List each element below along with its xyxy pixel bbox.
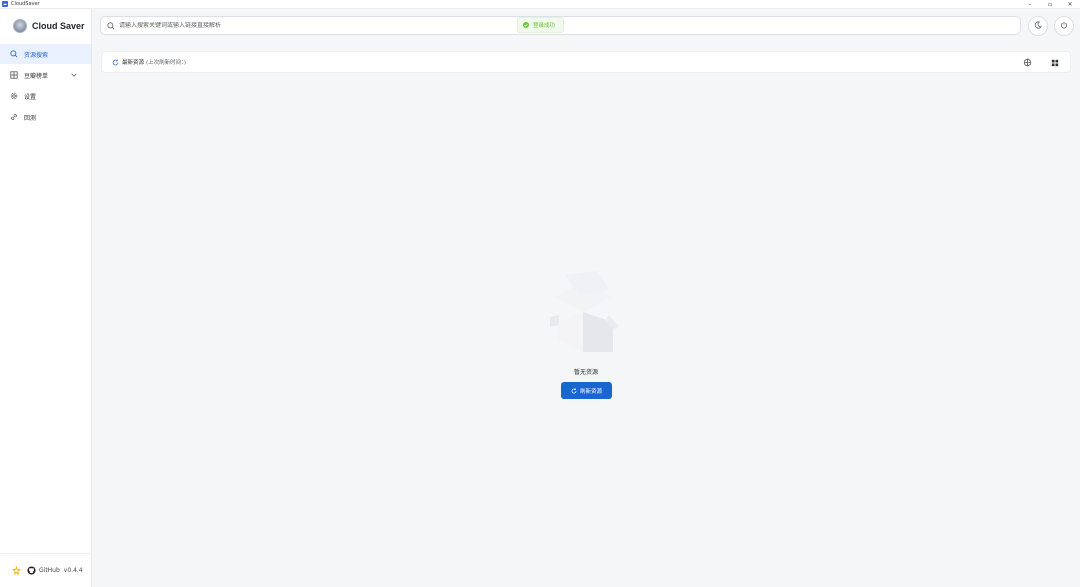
grid-icon bbox=[9, 70, 19, 80]
github-link[interactable]: GitHub bbox=[39, 567, 60, 574]
github-icon[interactable] bbox=[27, 566, 36, 575]
empty-state-text: 暂无资源 bbox=[573, 369, 598, 376]
window-title: CloudSaver bbox=[11, 1, 40, 7]
latest-resources-label: 最新资源 bbox=[122, 60, 145, 66]
sidebar-item-backtest[interactable]: 回测 bbox=[0, 107, 91, 127]
search-icon bbox=[107, 21, 115, 30]
toolbar-actions bbox=[1022, 57, 1060, 68]
empty-box-illustration bbox=[545, 267, 623, 357]
app-logo bbox=[13, 19, 27, 33]
refresh-button-label: 刷新资源 bbox=[579, 388, 602, 395]
dark-mode-toggle[interactable] bbox=[1028, 16, 1048, 36]
sidebar-item-label: 设置 bbox=[24, 93, 37, 101]
app-icon: ☁ bbox=[2, 1, 8, 7]
gear-icon bbox=[9, 91, 19, 101]
search-icon bbox=[9, 49, 19, 59]
app-version: v0.4.4 bbox=[63, 567, 83, 574]
link-icon bbox=[9, 112, 19, 122]
sidebar: Cloud Saver 资源搜索 豆瓣榜单 设置 回测 GitHub v0.4.… bbox=[0, 9, 92, 587]
sidebar-footer: GitHub v0.4.4 bbox=[0, 553, 92, 587]
brand: Cloud Saver bbox=[0, 9, 91, 43]
last-refresh-time: (上次刷新时间：) bbox=[146, 60, 187, 66]
window-controls: – ▫ ✕ bbox=[1020, 0, 1080, 9]
close-button[interactable]: ✕ bbox=[1060, 0, 1080, 9]
empty-state: 暂无资源 刷新资源 bbox=[540, 262, 630, 412]
refresh-resources-button[interactable]: 刷新资源 bbox=[561, 382, 612, 399]
filter-icon[interactable] bbox=[1022, 57, 1033, 68]
window-titlebar: ☁ CloudSaver – ▫ ✕ bbox=[0, 0, 1080, 9]
sparkle-icon[interactable] bbox=[11, 565, 22, 576]
power-icon bbox=[1060, 21, 1068, 31]
sidebar-nav: 资源搜索 豆瓣榜单 设置 回测 bbox=[0, 44, 91, 127]
refresh-icon bbox=[571, 387, 577, 394]
chevron-down-icon[interactable] bbox=[70, 71, 78, 79]
sidebar-item-douban-rank[interactable]: 豆瓣榜单 bbox=[0, 65, 91, 85]
toast-text: 登录成功 bbox=[533, 23, 556, 29]
minimize-button[interactable]: – bbox=[1020, 0, 1040, 9]
maximize-button[interactable]: ▫ bbox=[1040, 0, 1060, 9]
resource-toolbar: 最新资源 (上次刷新时间：) bbox=[101, 51, 1071, 73]
login-success-toast: 登录成功 bbox=[517, 17, 564, 33]
grid-view-icon[interactable] bbox=[1049, 57, 1060, 68]
sidebar-item-label: 豆瓣榜单 bbox=[24, 72, 49, 80]
sidebar-item-resource-search[interactable]: 资源搜索 bbox=[0, 44, 91, 64]
moon-icon bbox=[1034, 21, 1042, 31]
power-button[interactable] bbox=[1054, 16, 1074, 36]
refresh-icon[interactable] bbox=[112, 59, 119, 66]
sidebar-item-settings[interactable]: 设置 bbox=[0, 86, 91, 106]
sidebar-item-label: 资源搜索 bbox=[24, 51, 49, 59]
search-input[interactable] bbox=[119, 22, 499, 29]
check-circle-icon bbox=[523, 22, 529, 28]
sidebar-item-label: 回测 bbox=[24, 114, 37, 122]
brand-name: Cloud Saver bbox=[32, 21, 85, 31]
